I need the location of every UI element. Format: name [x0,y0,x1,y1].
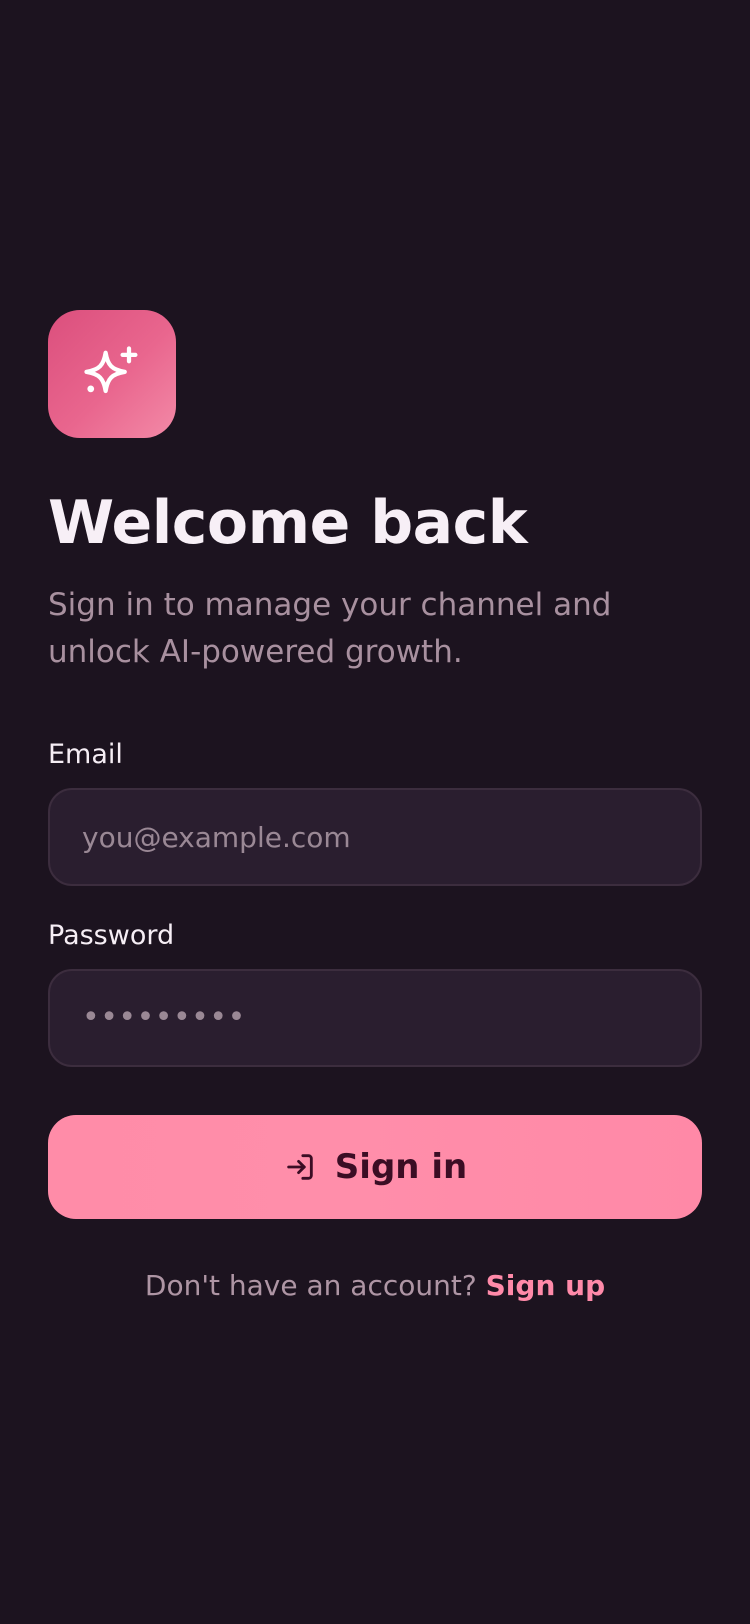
login-content: Welcome back Sign in to manage your chan… [48,310,702,1302]
email-field-container [48,788,702,886]
sign-up-link[interactable]: Sign up [486,1269,605,1302]
login-screen: Welcome back Sign in to manage your chan… [0,0,750,1624]
page-title: Welcome back [48,488,528,558]
password-input-value: ••••••••• [82,1000,246,1035]
email-label: Email [48,739,123,770]
sparkles-icon [84,346,138,394]
sign-in-button[interactable]: Sign in [48,1115,702,1219]
password-field-container[interactable]: ••••••••• [48,969,702,1067]
signup-prompt-text: Don't have an account? [144,1269,477,1302]
password-label: Password [48,920,175,951]
sign-in-button-label: Sign in [334,1147,468,1187]
app-logo [48,310,176,438]
page-subtitle: Sign in to manage your channel and unloc… [48,587,612,670]
signup-prompt-row: Don't have an account? Sign up [48,1269,702,1302]
email-input[interactable] [82,820,668,854]
sign-in-icon [287,1154,313,1180]
